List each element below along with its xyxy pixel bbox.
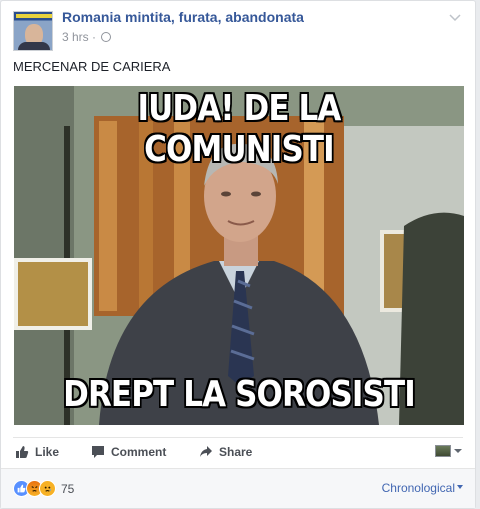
- reactions-summary[interactable]: 75: [13, 480, 74, 497]
- share-arrow-icon: [200, 446, 212, 457]
- page-name-link[interactable]: Romania mintita, furata, abandonata: [62, 9, 304, 25]
- post-text: MERCENAR DE CARIERA: [13, 59, 171, 74]
- sort-label: Chronological: [381, 481, 455, 495]
- sad-reaction-icon: [39, 480, 56, 497]
- chevron-down-icon[interactable]: [447, 9, 463, 25]
- share-label: Share: [219, 445, 253, 459]
- like-button[interactable]: Like: [15, 445, 59, 459]
- viewer-avatar: [435, 445, 451, 457]
- meme-top-caption: IUDA! DE LA COMUNISTI: [137, 88, 341, 170]
- meme-bottom-caption: DREPT LA SOROSISTI: [63, 374, 416, 415]
- post-as-selector[interactable]: [435, 445, 463, 457]
- reactions-footer: 75 Chronological: [1, 468, 475, 508]
- post-timestamp[interactable]: 3 hrs: [62, 30, 89, 44]
- post-image[interactable]: IUDA! DE LA COMUNISTI DREPT LA SOROSISTI: [14, 86, 464, 425]
- meta-separator: ·: [92, 30, 97, 44]
- post-actions-bar: Like Comment Share: [13, 437, 463, 467]
- thumbs-up-icon: [16, 446, 29, 458]
- post-meta: 3 hrs ·: [62, 30, 112, 44]
- reaction-count: 75: [61, 481, 75, 496]
- like-label: Like: [35, 445, 60, 459]
- post-card: Romania mintita, furata, abandonata 3 hr…: [0, 0, 476, 509]
- caret-down-icon: [457, 485, 463, 489]
- share-button[interactable]: Share: [199, 445, 252, 459]
- caret-down-icon: [454, 449, 462, 453]
- audience-globe-icon[interactable]: [101, 32, 112, 42]
- comment-label: Comment: [111, 445, 167, 459]
- page-avatar[interactable]: [13, 11, 53, 51]
- comment-icon: [92, 446, 104, 458]
- comment-button[interactable]: Comment: [91, 445, 166, 459]
- post-header: Romania mintita, furata, abandonata 3 hr…: [13, 9, 463, 51]
- comment-sort-dropdown[interactable]: Chronological: [382, 481, 463, 495]
